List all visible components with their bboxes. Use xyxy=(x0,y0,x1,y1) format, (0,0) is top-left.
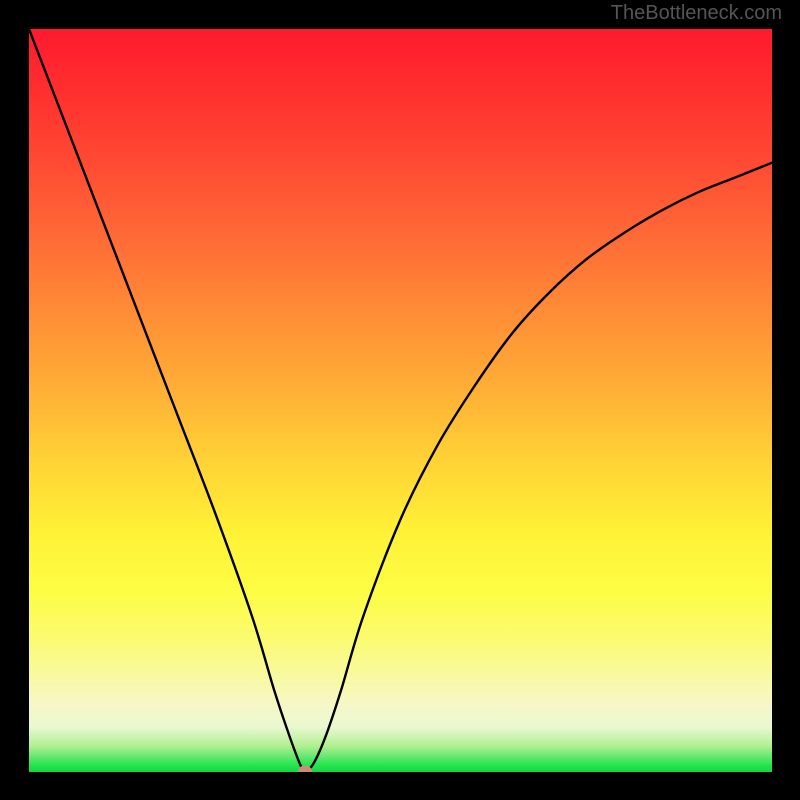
chart-curve-svg xyxy=(29,29,772,772)
optimal-point-marker xyxy=(298,765,312,772)
chart-plot-area xyxy=(29,29,772,772)
bottleneck-curve xyxy=(29,29,772,771)
watermark-text: TheBottleneck.com xyxy=(611,2,782,25)
